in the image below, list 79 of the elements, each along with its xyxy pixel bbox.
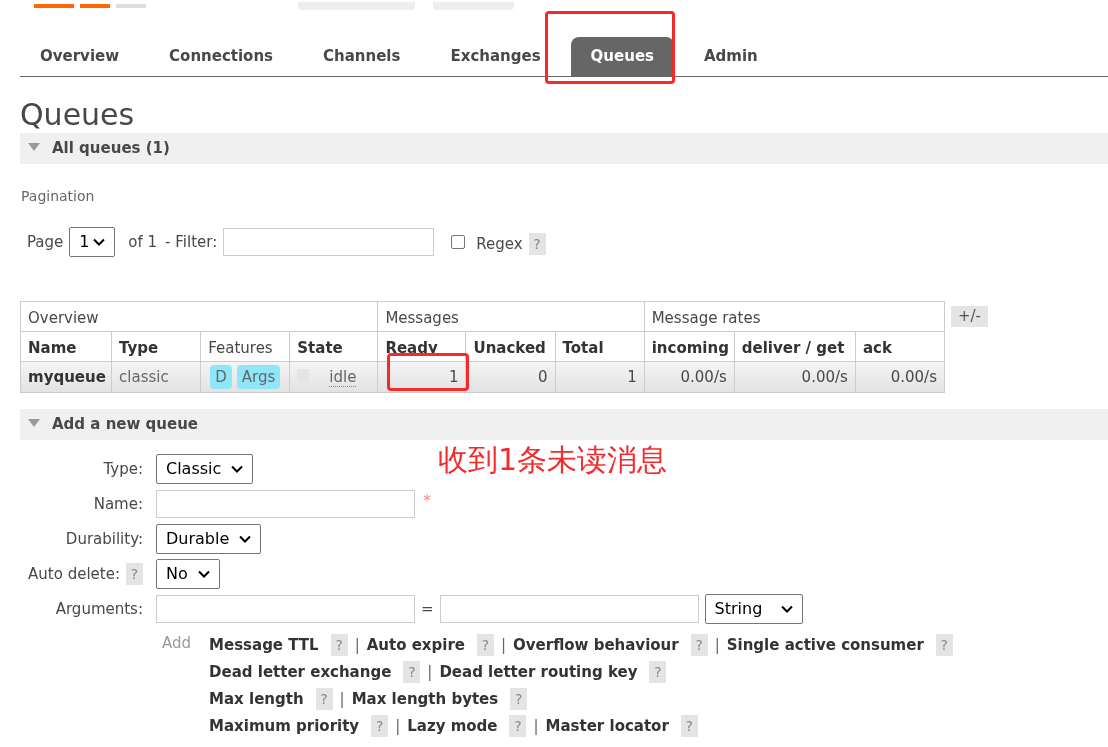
argument-link[interactable]: Dead letter routing key: [439, 660, 638, 684]
name-input[interactable]: [156, 490, 415, 518]
page-count: of 1: [128, 231, 158, 253]
argument-link[interactable]: Single active consumer: [726, 633, 924, 657]
equals-sign: =: [421, 598, 434, 620]
state-label: idle: [329, 367, 357, 387]
argument-link[interactable]: Maximum priority: [209, 714, 360, 738]
section-header[interactable]: Add a new queue: [20, 409, 1108, 440]
required-mark: *: [423, 490, 431, 512]
nav-tab[interactable]: Overview: [40, 37, 140, 76]
separator: |: [354, 634, 360, 656]
page-title: Queues: [20, 97, 136, 133]
table-cell: 0.00/s: [855, 361, 945, 393]
select-field[interactable]: 1: [69, 227, 116, 257]
argument-link[interactable]: Overflow behaviour: [513, 633, 679, 657]
regex-checkbox[interactable]: [451, 235, 466, 249]
table-cell: 1: [555, 361, 645, 393]
argument-link[interactable]: Dead letter exchange: [209, 660, 392, 684]
column-header[interactable]: Name: [20, 331, 112, 362]
nav-tab[interactable]: Admin: [684, 37, 778, 76]
field-label: Durability:: [65, 528, 143, 550]
page-label: Page: [27, 231, 64, 253]
queue-name-link[interactable]: myqueue: [20, 361, 112, 393]
column-header[interactable]: Features: [200, 331, 290, 362]
table-cell: classic: [111, 361, 201, 393]
column-header[interactable]: ack: [855, 331, 945, 362]
field-label: Type:: [103, 458, 143, 480]
argument-key-input[interactable]: [156, 595, 415, 623]
select-field[interactable]: Durable: [156, 524, 261, 554]
caret-icon: [93, 238, 106, 246]
column-header[interactable]: incoming: [644, 331, 735, 362]
annotation-text: 收到1条未读消息: [438, 441, 668, 479]
argument-value-input[interactable]: [439, 595, 699, 623]
argument-link[interactable]: Message TTL: [209, 633, 319, 657]
section-header[interactable]: All queues (1): [20, 133, 1108, 164]
table-cell: 0: [465, 361, 556, 393]
nav-tab[interactable]: Exchanges: [430, 37, 561, 76]
regex-label: Regex: [476, 233, 523, 255]
argument-link[interactable]: Master locator: [545, 714, 669, 738]
nav-tab[interactable]: Channels: [303, 37, 421, 76]
filter-label: - Filter:: [165, 231, 218, 253]
field-label: Arguments:: [55, 598, 143, 620]
select-field[interactable]: No: [156, 559, 220, 589]
pagination-heading: Pagination: [21, 187, 96, 206]
argument-link[interactable]: Lazy mode: [407, 714, 498, 738]
nav-tab[interactable]: Connections: [149, 37, 294, 76]
column-header[interactable]: State: [289, 331, 378, 362]
column-group-header: Messages: [377, 301, 645, 332]
column-header[interactable]: Total: [555, 331, 645, 362]
caret-icon: [231, 465, 243, 473]
column-header[interactable]: Ready: [377, 331, 466, 362]
caret-icon: [239, 535, 251, 543]
caret-icon: [780, 605, 793, 613]
field-label: Auto delete:: [28, 563, 120, 585]
separator: |: [533, 715, 539, 737]
argument-link[interactable]: Max length bytes: [351, 687, 499, 711]
table-cell: 0.00/s: [644, 361, 735, 393]
column-group-header: Message rates: [644, 301, 945, 332]
argument-link[interactable]: Max length: [209, 687, 304, 711]
argument-link[interactable]: Auto expire: [366, 633, 465, 657]
filter-input[interactable]: [223, 228, 435, 256]
table-cell: 0.00/s: [734, 361, 856, 393]
separator: |: [395, 715, 401, 737]
feature-badge: Args: [236, 365, 281, 389]
select-field[interactable]: Classic: [156, 454, 253, 484]
field-label: Name:: [93, 493, 143, 515]
nav-tab[interactable]: Queues: [570, 37, 674, 76]
column-header[interactable]: Type: [111, 331, 201, 362]
add-label: Add: [162, 634, 192, 654]
column-header[interactable]: deliver / get: [734, 331, 856, 362]
separator: |: [427, 661, 433, 683]
caret-icon: [198, 570, 210, 578]
select-field[interactable]: String: [704, 594, 803, 624]
separator: |: [501, 634, 507, 656]
feature-badge: D: [210, 365, 232, 389]
separator: |: [339, 688, 345, 710]
columns-toggle-button[interactable]: +/-: [951, 306, 989, 327]
separator: |: [714, 634, 720, 656]
column-group-header: Overview: [20, 301, 378, 332]
